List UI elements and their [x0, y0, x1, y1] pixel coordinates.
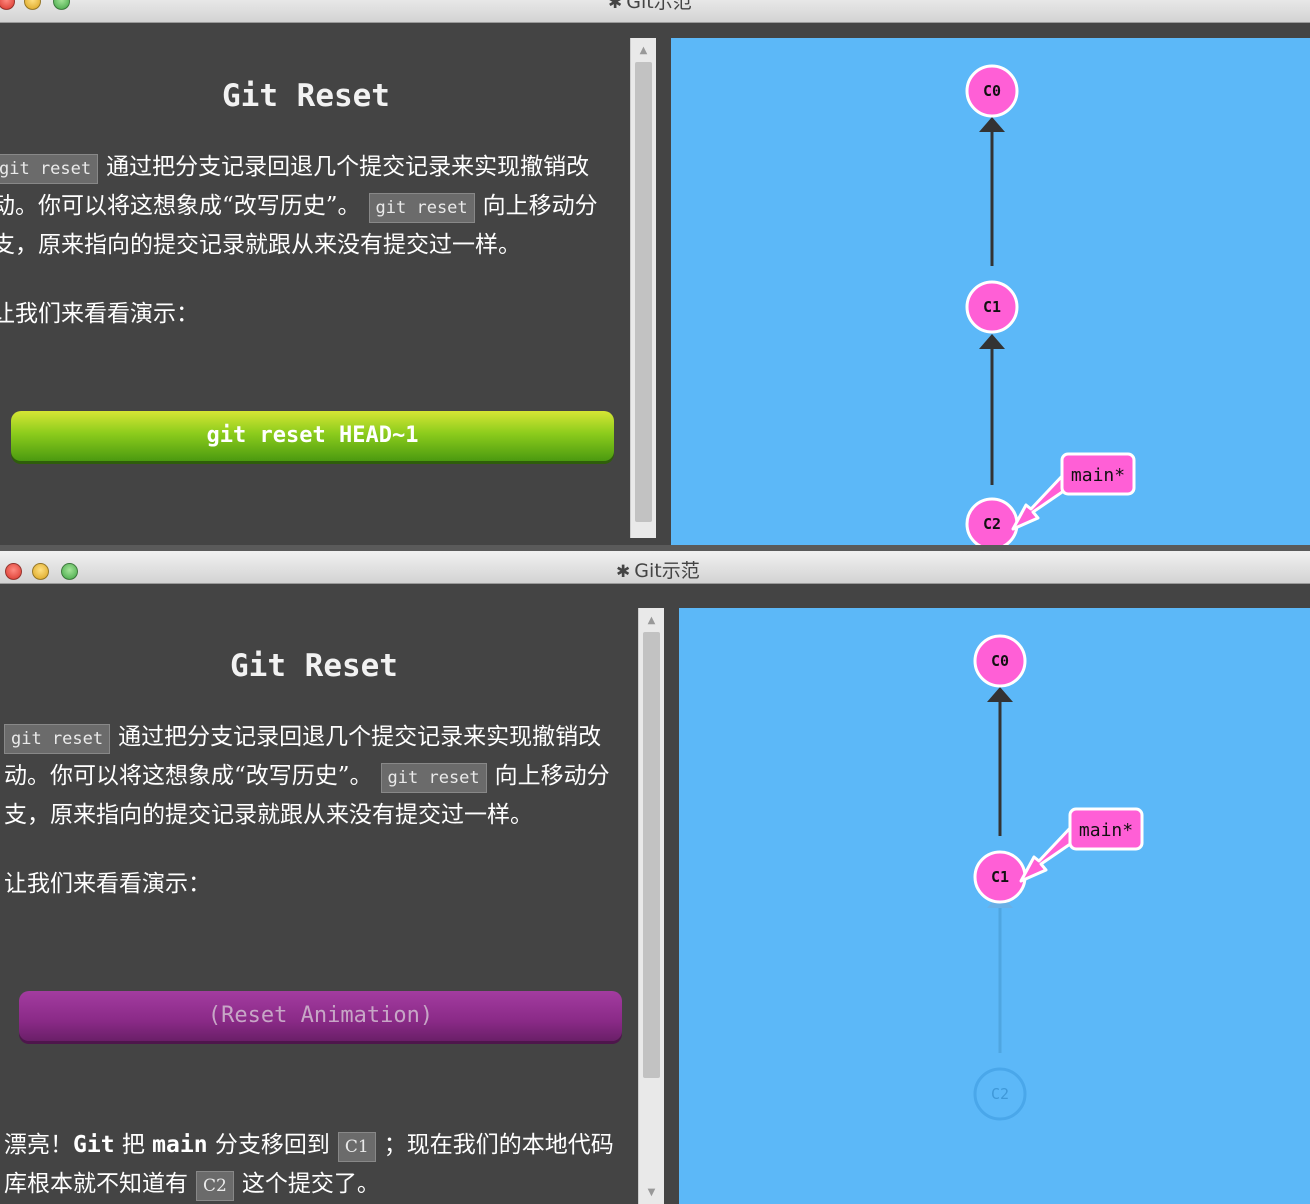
edge-arrow-icon: [979, 334, 1005, 349]
commit-label: C2: [983, 515, 1001, 533]
commit-label: C2: [991, 1085, 1009, 1103]
instructions-pane: Git Reset git reset 通过把分支记录回退几个提交记录来实现撤销改…: [0, 608, 638, 1204]
scroll-down-icon[interactable]: ▼: [639, 1184, 664, 1202]
inline-code: git reset: [0, 154, 99, 184]
scroll-thumb[interactable]: [643, 632, 660, 1078]
inline-code: C2: [196, 1171, 234, 1201]
minimize-icon[interactable]: [32, 563, 49, 580]
result-text: 漂亮！: [4, 1132, 73, 1158]
scroll-up-icon[interactable]: ▲: [631, 42, 656, 60]
reset-animation-button[interactable]: (Reset Animation): [19, 991, 622, 1041]
result-text: Git: [73, 1132, 115, 1158]
git-graph-visualization: C0 C1 C2 main*: [679, 608, 1310, 1204]
edge-arrow-icon: [987, 687, 1013, 702]
git-demo-window-2: ✱ Git示范 Git Reset git reset 通过把分支记录回退几个提交记…: [0, 551, 1310, 1204]
window-title: Git示范: [634, 560, 700, 582]
inline-code: git reset: [380, 763, 487, 793]
window-content: Git Reset git reset 通过把分支记录回退几个提交记录来实现撤销改…: [0, 593, 1310, 1204]
gear-icon: ✱: [608, 0, 623, 13]
demo-intro-text: 让我们来看看演示：: [0, 301, 199, 327]
maximize-icon[interactable]: [53, 0, 70, 10]
scrollbar[interactable]: ▲: [630, 38, 656, 538]
page-title: Git Reset: [230, 648, 398, 684]
maximize-icon[interactable]: [61, 563, 78, 580]
git-demo-window-1: ✱ Git示范 Git Reset git reset 通过把分支记录回退几个提交记…: [0, 0, 1310, 545]
result-paragraph: 漂亮！Git 把 main 分支移回到 C1 ；现在我们的本地代码库根本就不知道有 C…: [4, 1127, 630, 1204]
inline-code: C1: [337, 1132, 376, 1162]
commit-label: C1: [991, 868, 1009, 886]
instructions-pane: Git Reset git reset 通过把分支记录回退几个提交记录来实现撤销改…: [0, 38, 630, 545]
explanation-paragraph: git reset 通过把分支记录回退几个提交记录来实现撤销改动。你可以将这想象成…: [0, 149, 622, 264]
commit-graph: C0 C1 C2 main*: [965, 64, 1136, 545]
close-icon[interactable]: [0, 0, 15, 10]
commit-label: C0: [983, 82, 1001, 100]
window-titlebar: ✱ Git示范: [0, 551, 1310, 584]
scroll-up-icon[interactable]: ▲: [639, 612, 664, 630]
run-command-button[interactable]: git reset HEAD~1: [11, 411, 614, 461]
edge-arrow-icon: [979, 117, 1005, 132]
minimize-icon[interactable]: [24, 0, 41, 10]
window-titlebar: ✱ Git示范: [0, 0, 1310, 23]
result-text: 把: [121, 1132, 145, 1158]
git-graph-visualization: C0 C1 C2 main*: [671, 38, 1310, 545]
branch-label: main*: [1079, 820, 1133, 841]
page-title: Git Reset: [222, 78, 390, 114]
window-title: Git示范: [626, 0, 692, 13]
commit-label: C1: [983, 298, 1001, 316]
result-text: 这个提交了。: [241, 1171, 380, 1197]
commit-label: C0: [991, 652, 1009, 670]
gear-icon: ✱: [616, 562, 631, 582]
window-content: Git Reset git reset 通过把分支记录回退几个提交记录来实现撤销改…: [0, 23, 1310, 545]
commit-graph: C0 C1 C2 main*: [973, 634, 1144, 1121]
scrollbar[interactable]: ▲ ▼: [638, 608, 664, 1204]
inline-code: git reset: [368, 193, 475, 223]
branch-label: main*: [1071, 465, 1125, 486]
inline-code: git reset: [4, 724, 111, 754]
demo-intro-text: 让我们来看看演示：: [4, 871, 211, 897]
explanation-paragraph: git reset 通过把分支记录回退几个提交记录来实现撤销改动。你可以将这想象成…: [4, 719, 630, 834]
close-icon[interactable]: [5, 563, 22, 580]
scroll-thumb[interactable]: [635, 62, 652, 522]
result-text: 分支移回到: [214, 1132, 330, 1158]
result-text: main: [152, 1132, 208, 1158]
